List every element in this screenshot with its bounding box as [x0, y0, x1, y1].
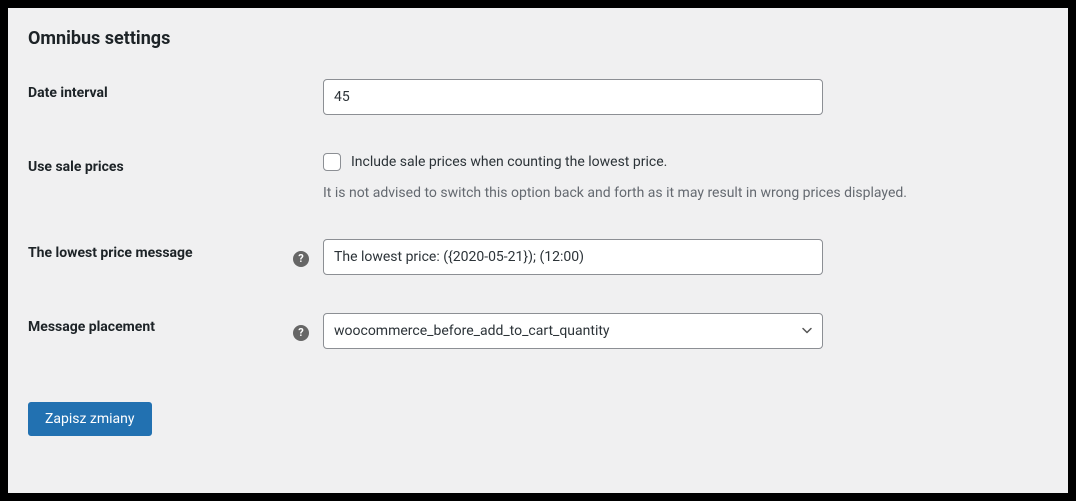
section-title: Omnibus settings [28, 28, 1048, 49]
date-interval-input[interactable] [323, 79, 823, 115]
lowest-price-message-input[interactable] [323, 239, 823, 275]
row-message-placement: Message placement ? woocommerce_before_a… [28, 313, 1048, 349]
row-use-sale-prices: Use sale prices Include sale prices when… [28, 153, 1048, 201]
use-sale-prices-description: It is not advised to switch this option … [323, 185, 1048, 201]
help-icon[interactable]: ? [293, 325, 309, 341]
row-date-interval: Date interval [28, 79, 1048, 115]
settings-panel: Omnibus settings Date interval Use sale … [8, 8, 1068, 493]
label-use-sale-prices: Use sale prices [28, 153, 293, 175]
use-sale-prices-checkbox[interactable] [323, 153, 341, 171]
message-placement-select[interactable]: woocommerce_before_add_to_cart_quantity [323, 313, 823, 349]
label-lowest-price-message: The lowest price message [28, 239, 293, 261]
label-date-interval: Date interval [28, 79, 293, 101]
label-message-placement: Message placement [28, 313, 293, 335]
help-icon[interactable]: ? [293, 251, 309, 267]
save-button[interactable]: Zapisz zmiany [28, 402, 152, 436]
use-sale-prices-checkbox-label: Include sale prices when counting the lo… [351, 154, 667, 170]
row-lowest-price-message: The lowest price message ? [28, 239, 1048, 275]
